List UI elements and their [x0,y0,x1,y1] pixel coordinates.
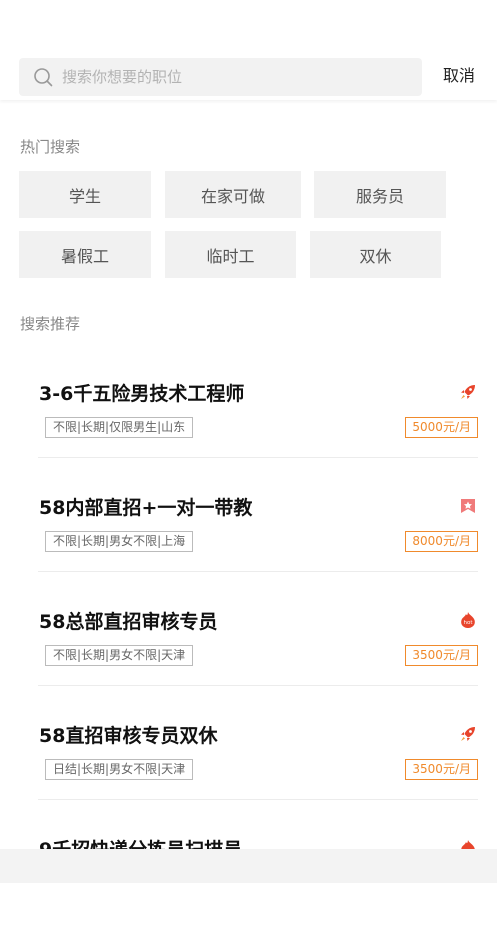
job-tags: 不限|长期|男女不限|天津 [45,645,194,666]
rocket-icon [461,385,475,399]
job-tags: 日结|长期|男女不限|天津 [45,759,194,780]
job-title: 3-6千五险男技术工程师 [39,383,245,405]
hot-icon: hot [461,612,475,628]
job-salary: 8000元/月 [405,531,478,552]
job-tags: 不限|长期|仅限男生|山东 [45,417,194,438]
job-salary: 5000元/月 [405,417,478,438]
recommend-title: 搜索推荐 [20,315,81,333]
divider [38,457,478,458]
hot-search-title: 热门搜索 [20,138,81,156]
hot-search-chip[interactable]: 临时工 [165,231,296,278]
hot-search-chip[interactable]: 学生 [19,171,151,218]
job-title: 58直招审核专员双休 [39,725,218,747]
search-input[interactable]: 搜索你想要的职位 [19,58,422,96]
job-list-item[interactable]: 3-6千五险男技术工程师 不限|长期|仅限男生|山东 5000元/月 [38,381,478,495]
divider [38,799,478,800]
cancel-button[interactable]: 取消 [443,66,475,86]
bottom-bar [0,849,497,883]
job-tags: 不限|长期|男女不限|上海 [45,531,194,552]
job-list-item[interactable]: 58直招审核专员双休 日结|长期|男女不限|天津 3500元/月 [38,723,478,837]
hot-search-chip[interactable]: 双休 [310,231,441,278]
search-placeholder: 搜索你想要的职位 [62,68,183,86]
svg-text:hot: hot [463,620,473,626]
hot-search-chip[interactable]: 暑假工 [19,231,151,278]
job-list-item[interactable]: 58总部直招审核专员 hot 不限|长期|男女不限|天津 3500元/月 [38,609,478,723]
job-salary: 3500元/月 [405,645,478,666]
divider [38,571,478,572]
job-list-item[interactable]: 58内部直招+一对一带教 不限|长期|男女不限|上海 8000元/月 [38,495,478,609]
bookmark-star-icon [461,499,475,513]
search-header: 搜索你想要的职位 取消 [0,0,497,100]
hot-search-chip[interactable]: 在家可做 [165,171,301,218]
job-title: 58内部直招+一对一带教 [39,497,253,519]
job-salary: 3500元/月 [405,759,478,780]
divider [38,685,478,686]
hot-search-chip[interactable]: 服务员 [314,171,446,218]
job-title: 58总部直招审核专员 [39,611,218,633]
search-icon [34,68,53,87]
rocket-icon [461,727,475,741]
